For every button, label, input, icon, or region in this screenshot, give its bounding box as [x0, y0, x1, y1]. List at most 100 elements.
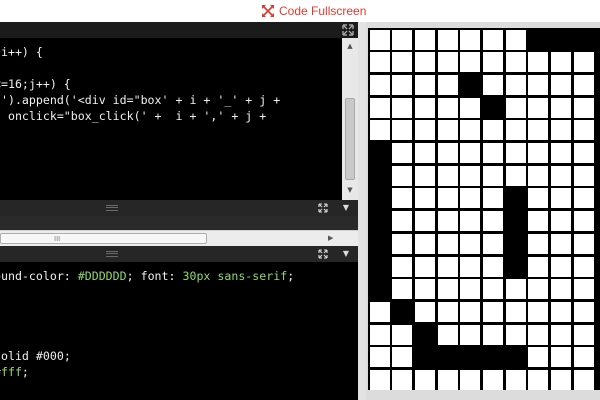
- grid-box[interactable]: [573, 143, 594, 163]
- grid-box[interactable]: [573, 347, 594, 368]
- grid-box[interactable]: [505, 256, 526, 277]
- grid-box[interactable]: [528, 74, 549, 95]
- maximize-icon[interactable]: [318, 203, 328, 213]
- grid-box[interactable]: [414, 74, 435, 95]
- maximize-icon[interactable]: [342, 24, 354, 36]
- grid-box[interactable]: [392, 279, 413, 300]
- grid-box[interactable]: [437, 74, 458, 95]
- grid-box[interactable]: [551, 279, 572, 300]
- grid-box[interactable]: [528, 233, 549, 254]
- grid-box[interactable]: [437, 52, 458, 73]
- grid-box[interactable]: [483, 97, 503, 118]
- grid-box[interactable]: [437, 143, 458, 163]
- grid-box[interactable]: [505, 347, 526, 368]
- grid-box[interactable]: [369, 97, 390, 118]
- grid-box[interactable]: [437, 233, 458, 254]
- pane-divider[interactable]: [358, 22, 366, 400]
- grid-box[interactable]: [528, 370, 549, 390]
- grid-box[interactable]: [369, 143, 390, 163]
- grid-box[interactable]: [460, 29, 481, 50]
- grid-box[interactable]: [392, 233, 413, 254]
- dropdown-arrow-icon[interactable]: ▼: [341, 203, 351, 213]
- grid-box[interactable]: [573, 233, 594, 254]
- grid-box[interactable]: [460, 165, 481, 186]
- grid-box[interactable]: [392, 74, 413, 95]
- grid-box[interactable]: [483, 279, 503, 300]
- grid-box[interactable]: [392, 97, 413, 118]
- grid-box[interactable]: [369, 279, 390, 300]
- scroll-up-arrow-icon[interactable]: ▲: [342, 40, 358, 52]
- grid-box[interactable]: [369, 324, 390, 345]
- grid-box[interactable]: [437, 29, 458, 50]
- dropdown-arrow-icon[interactable]: ▼: [341, 249, 351, 259]
- grid-box[interactable]: [437, 211, 458, 232]
- grid-box[interactable]: [369, 188, 390, 209]
- css-code-area[interactable]: ound-color: #DDDDDD; font: 30px sans-ser…: [0, 262, 358, 400]
- grid-box[interactable]: [483, 347, 503, 368]
- grid-box[interactable]: [392, 188, 413, 209]
- js-vertical-scrollbar[interactable]: ▲ ▼: [342, 38, 358, 200]
- grid-box[interactable]: [369, 74, 390, 95]
- grid-box[interactable]: [414, 279, 435, 300]
- grid-box[interactable]: [392, 120, 413, 141]
- grid-box[interactable]: [573, 74, 594, 95]
- grid-box[interactable]: [369, 347, 390, 368]
- grid-box[interactable]: [392, 370, 413, 390]
- grid-box[interactable]: [573, 256, 594, 277]
- grid-box[interactable]: [483, 324, 503, 345]
- grid-box[interactable]: [573, 211, 594, 232]
- grid-box[interactable]: [551, 301, 572, 322]
- grid-box[interactable]: [483, 120, 503, 141]
- code-fullscreen-button[interactable]: Code Fullscreen: [262, 3, 366, 19]
- grid-box[interactable]: [573, 29, 594, 50]
- grid-box[interactable]: [437, 324, 458, 345]
- grid-box[interactable]: [551, 256, 572, 277]
- scroll-down-arrow-icon[interactable]: ▼: [342, 184, 358, 196]
- grid-box[interactable]: [505, 120, 526, 141]
- grid-box[interactable]: [505, 143, 526, 163]
- grid-box[interactable]: [460, 256, 481, 277]
- grid-box[interactable]: [369, 301, 390, 322]
- grid-box[interactable]: [551, 347, 572, 368]
- grid-box[interactable]: [505, 52, 526, 73]
- grid-box[interactable]: [483, 52, 503, 73]
- grid-box[interactable]: [528, 211, 549, 232]
- grid-box[interactable]: [460, 347, 481, 368]
- grid-box[interactable]: [573, 97, 594, 118]
- grid-box[interactable]: [551, 370, 572, 390]
- js-code-area[interactable]: ;i++) {<=16;j++) {n').append('<div id="b…: [0, 38, 342, 200]
- grid-box[interactable]: [414, 52, 435, 73]
- grid-box[interactable]: [414, 29, 435, 50]
- grid-box[interactable]: [528, 279, 549, 300]
- grid-box[interactable]: [528, 188, 549, 209]
- grid-box[interactable]: [392, 52, 413, 73]
- grid-box[interactable]: [414, 347, 435, 368]
- grid-box[interactable]: [392, 301, 413, 322]
- grid-box[interactable]: [551, 97, 572, 118]
- grid-box[interactable]: [551, 165, 572, 186]
- grid-box[interactable]: [369, 52, 390, 73]
- grid-box[interactable]: [414, 188, 435, 209]
- grid-box[interactable]: [573, 301, 594, 322]
- grid-box[interactable]: [505, 29, 526, 50]
- grid-box[interactable]: [551, 52, 572, 73]
- grid-box[interactable]: [528, 29, 549, 50]
- grid-box[interactable]: [573, 279, 594, 300]
- grid-box[interactable]: [414, 97, 435, 118]
- grid-box[interactable]: [437, 256, 458, 277]
- grid-box[interactable]: [483, 233, 503, 254]
- grid-box[interactable]: [369, 370, 390, 390]
- grid-box[interactable]: [369, 29, 390, 50]
- grid-box[interactable]: [528, 165, 549, 186]
- grid-box[interactable]: [505, 74, 526, 95]
- grid-box[interactable]: [437, 370, 458, 390]
- grid-box[interactable]: [573, 188, 594, 209]
- resize-grip-icon[interactable]: [106, 205, 118, 211]
- resize-grip-icon[interactable]: [106, 251, 118, 257]
- grid-box[interactable]: [369, 165, 390, 186]
- grid-box[interactable]: [528, 301, 549, 322]
- grid-box[interactable]: [528, 324, 549, 345]
- grid-box[interactable]: [528, 52, 549, 73]
- grid-box[interactable]: [437, 301, 458, 322]
- grid-box[interactable]: [460, 301, 481, 322]
